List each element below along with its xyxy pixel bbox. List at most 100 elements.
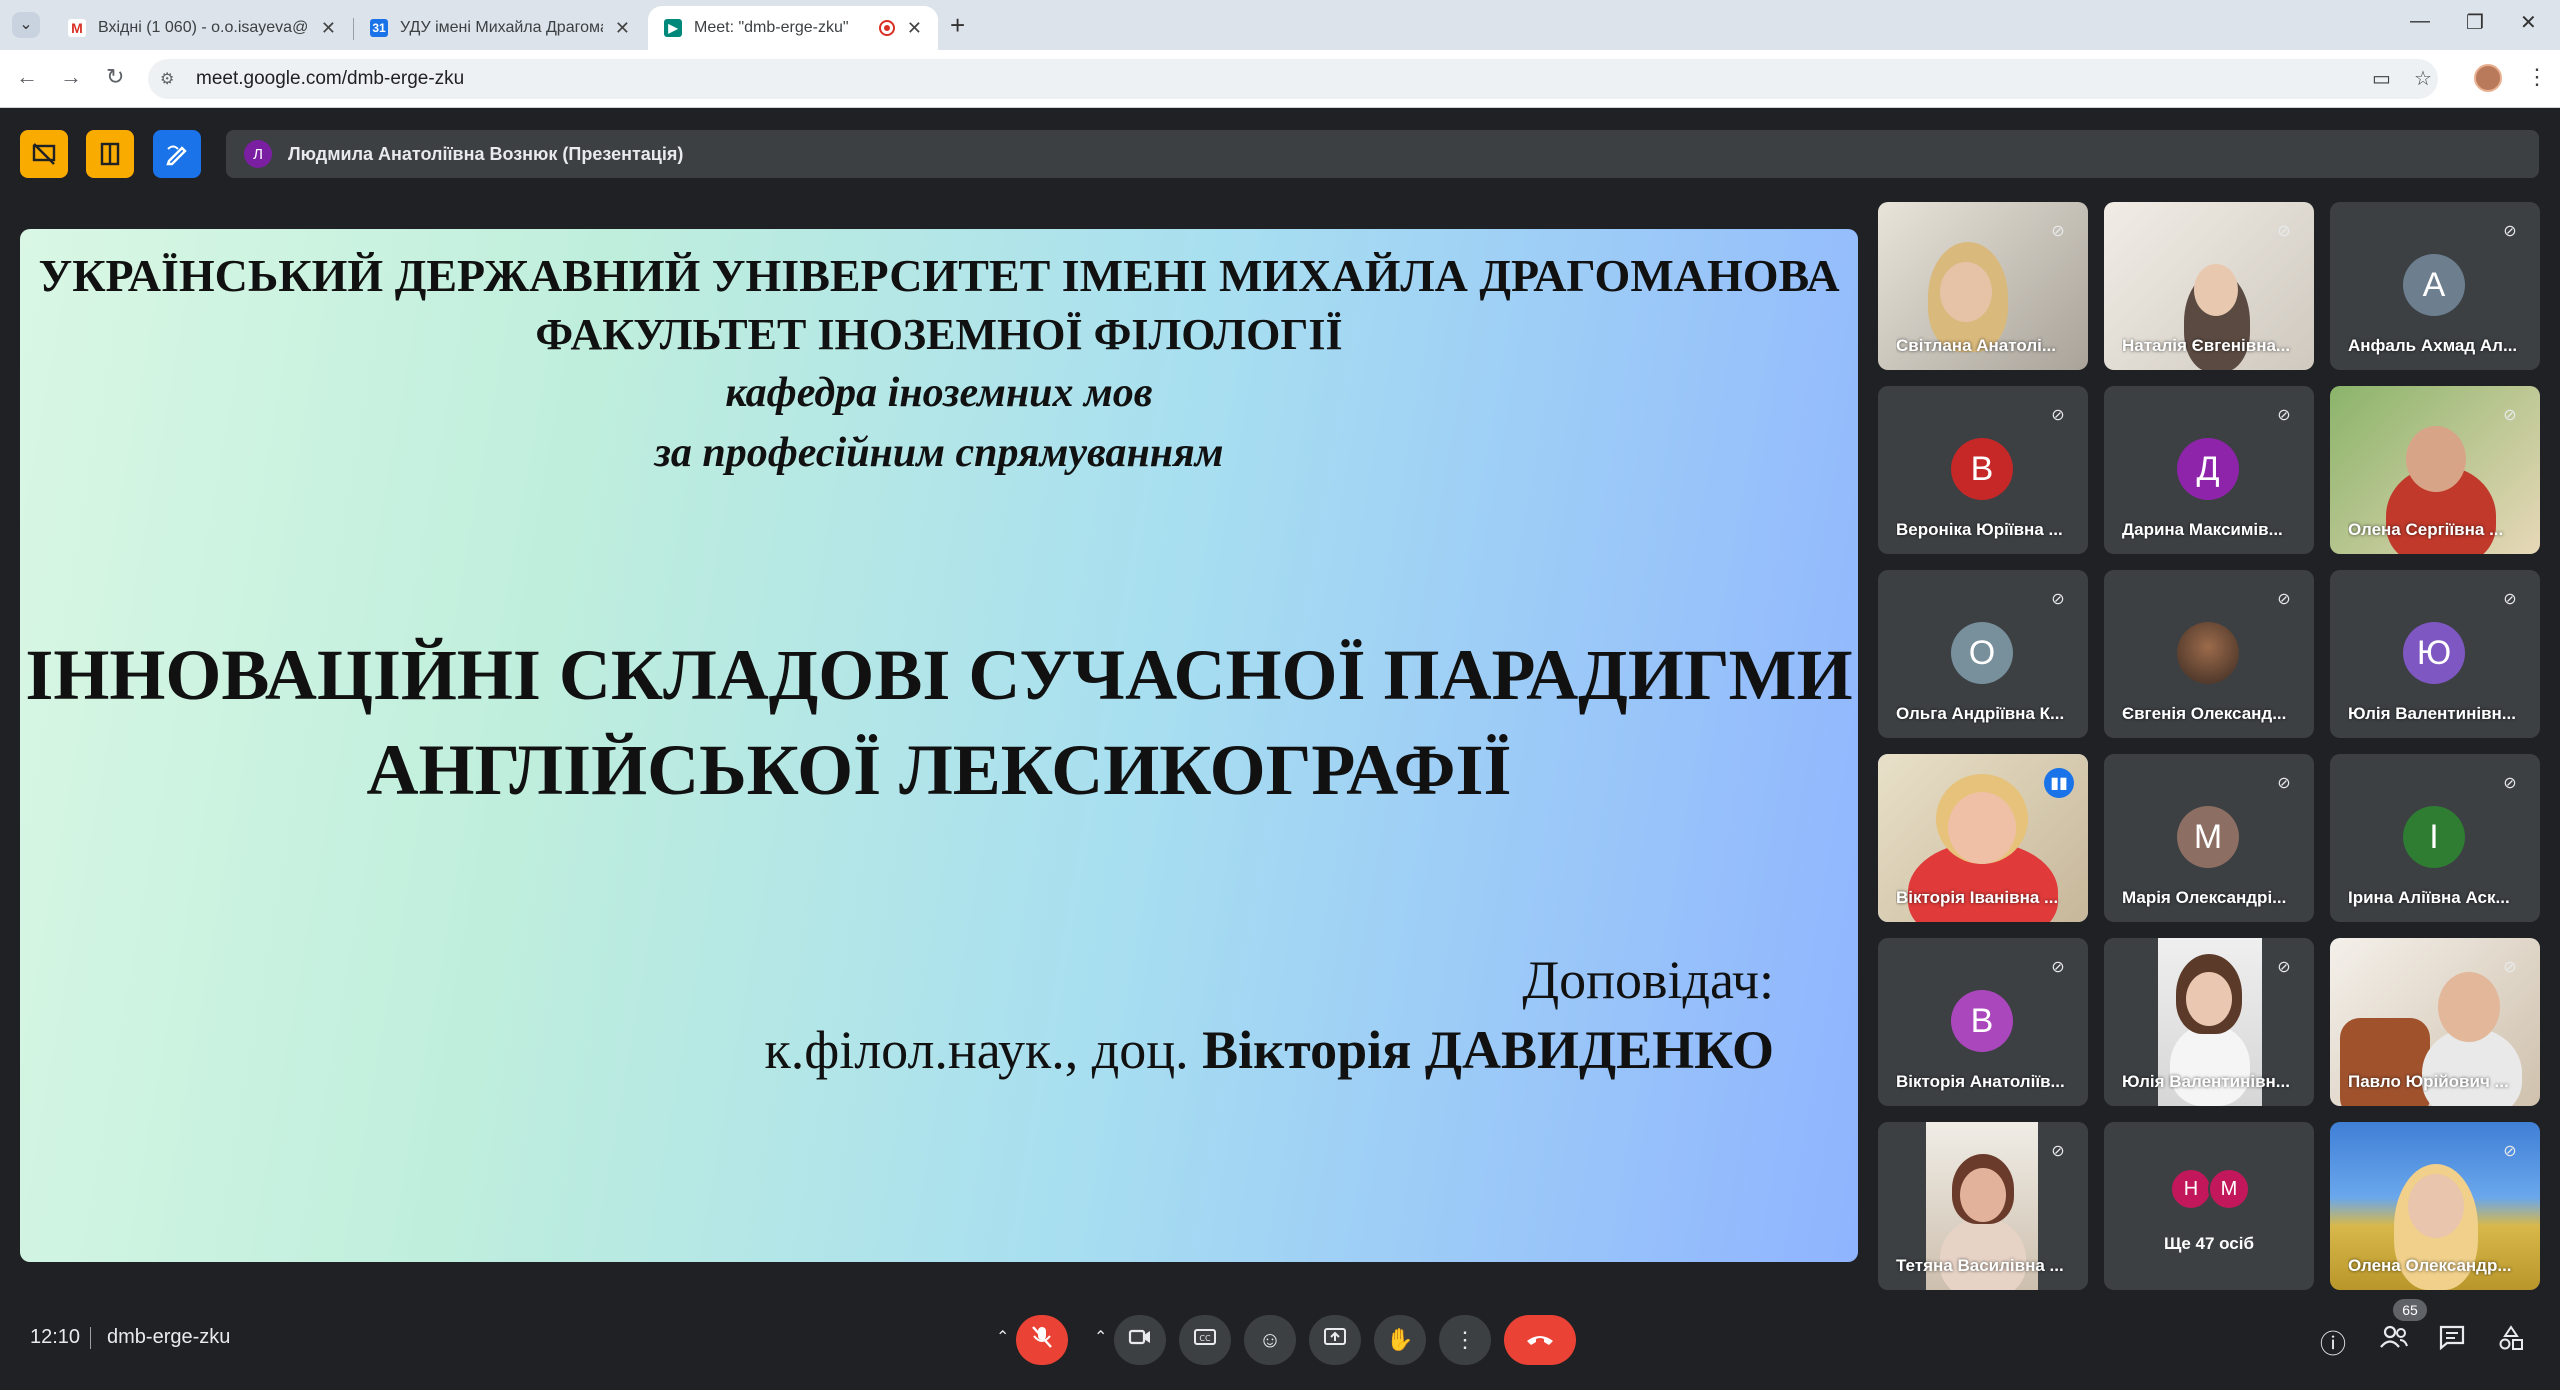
slide-title-line2: АНГЛІЙСЬКОЇ ЛЕКСИКОГРАФІЇ <box>366 730 1512 810</box>
participant-name: Вікторія Анатоліїв... <box>1896 1072 2065 1091</box>
forward-arrow-icon[interactable]: → <box>60 64 82 90</box>
participant-avatar: Ю <box>2403 622 2465 684</box>
presenter-bar: Л Людмила Анатоліївна Вознюк (Презентаці… <box>226 130 2539 178</box>
camera-icon <box>1128 1327 1152 1353</box>
pin-presentation-icon[interactable] <box>86 130 134 178</box>
audio-options-chevron-icon[interactable]: ⌃ <box>996 1327 1009 1347</box>
participant-tile[interactable]: ⊘ Наталія Євгенівна... <box>2104 202 2314 370</box>
reload-icon[interactable]: ↻ <box>106 64 124 90</box>
close-tab-icon[interactable]: ✕ <box>615 18 630 39</box>
participant-tile[interactable]: ⊘ Юлія Валентинівн... <box>2104 938 2314 1106</box>
close-window-icon[interactable]: ✕ <box>2520 10 2537 35</box>
participant-tile[interactable]: Ю ⊘ Юлія Валентинівн... <box>2330 570 2540 738</box>
tab-title: УДУ імені Михайла Драгоманова <box>400 19 603 36</box>
slide-university: УКРАЇНСЬКИЙ ДЕРЖАВНИЙ УНІВЕРСИТЕТ ІМЕНІ … <box>38 250 1840 301</box>
more-participants-tile[interactable]: Н М Ще 47 осіб <box>2104 1122 2314 1290</box>
mic-off-icon: ⊘ <box>2503 959 2517 976</box>
presenter-name: Людмила Анатоліївна Вознюк (Презентація) <box>288 143 684 164</box>
browser-toolbar: ← → ↻ ⚙ meet.google.com/dmb-erge-zku ▭ ☆… <box>0 50 2560 108</box>
present-screen-icon <box>1323 1326 1347 1354</box>
participant-name: Дарина Максимів... <box>2122 520 2283 539</box>
participant-name: Ольга Андріївна К... <box>1896 704 2065 723</box>
participant-tile[interactable]: М ⊘ Марія Олександрі... <box>2104 754 2314 922</box>
site-info-icon[interactable]: ⚙ <box>160 69 182 89</box>
hide-presentation-icon[interactable] <box>20 130 68 178</box>
svg-text:CC: CC <box>1199 1334 1211 1343</box>
slide-speaker-name: Вікторія ДАВИДЕНКО <box>1202 1020 1774 1080</box>
new-tab-plus-icon[interactable]: + <box>950 10 965 41</box>
mic-off-icon: ⊘ <box>2503 223 2517 240</box>
more-vert-icon: ⋮ <box>1454 1327 1476 1352</box>
mic-off-icon: ⊘ <box>2503 591 2517 608</box>
back-arrow-icon[interactable]: ← <box>16 64 38 90</box>
participant-grid: ⊘ Світлана Анатолі... ⊘ Наталія Євгенівн… <box>1878 202 2540 1290</box>
participant-tile[interactable]: ⊘ Євгенія Олександ... <box>2104 570 2314 738</box>
slide-faculty: ФАКУЛЬТЕТ ІНОЗЕМНОЇ ФІЛОЛОГІЇ <box>535 310 1343 359</box>
annotate-pen-icon[interactable] <box>153 130 201 178</box>
activities-icon[interactable] <box>2497 1324 2525 1359</box>
tab-gmail[interactable]: M Вхідні (1 060) - o.o.isayeva@udu ✕ <box>52 6 352 50</box>
presenter-avatar: Л <box>244 140 272 168</box>
reactions-button[interactable]: ☺ <box>1244 1315 1296 1365</box>
tab-calendar[interactable]: 31 УДУ імені Михайла Драгоманова ✕ <box>354 6 646 50</box>
address-bar[interactable]: ⚙ meet.google.com/dmb-erge-zku <box>148 59 2438 99</box>
restore-window-icon[interactable]: ❐ <box>2466 10 2484 35</box>
mic-toggle-button[interactable] <box>1016 1315 1068 1365</box>
more-options-button[interactable]: ⋮ <box>1439 1315 1491 1365</box>
profile-avatar[interactable] <box>2474 64 2502 92</box>
participant-name: Світлана Анатолі... <box>1896 336 2057 355</box>
slide-speaker-degree: к.філол.наук., доц. <box>764 1020 1189 1080</box>
slide-department-line2: за професійним спрямуванням <box>654 430 1224 476</box>
present-screen-button[interactable] <box>1309 1315 1361 1365</box>
participant-tile-speaking[interactable]: ▮▮ Вікторія Іванівна ... <box>1878 754 2088 922</box>
mic-off-icon: ⊘ <box>2277 959 2291 976</box>
slide-title-line1: ІННОВАЦІЙНІ СКЛАДОВІ СУЧАСНОЇ ПАРАДИГМИ <box>25 635 1853 715</box>
captions-button[interactable]: CC <box>1179 1315 1231 1365</box>
video-options-chevron-icon[interactable]: ⌃ <box>1094 1327 1107 1347</box>
mic-off-icon: ⊘ <box>2051 591 2065 608</box>
participant-photo <box>2177 622 2239 684</box>
participant-tile[interactable]: ⊘ Тетяна Василівна ... <box>1878 1122 2088 1290</box>
mic-off-icon: ⊘ <box>2503 1143 2517 1160</box>
participant-tile[interactable]: І ⊘ Ірина Аліївна Аск... <box>2330 754 2540 922</box>
minimize-window-icon[interactable]: — <box>2410 10 2430 33</box>
participant-avatar: А <box>2403 254 2465 316</box>
url-text: meet.google.com/dmb-erge-zku <box>196 68 465 89</box>
slide-speaker-label: Доповідач: <box>1522 950 1774 1010</box>
participant-count-badge: 65 <box>2393 1299 2427 1321</box>
tab-meet[interactable]: ▶ Meet: "dmb-erge-zku" ✕ <box>648 6 938 50</box>
tab-search-chevron-icon[interactable]: ⌄ <box>12 12 40 38</box>
people-icon[interactable] <box>2379 1324 2409 1357</box>
participant-name: Наталія Євгенівна... <box>2122 336 2291 355</box>
calendar-icon: 31 <box>370 19 388 37</box>
participant-tile[interactable]: ⊘ Олена Сергіївна ... <box>2330 386 2540 554</box>
browser-menu-icon[interactable]: ⋮ <box>2526 64 2548 90</box>
speaking-indicator-icon: ▮▮ <box>2044 768 2074 798</box>
hand-icon: ✋ <box>1386 1327 1414 1352</box>
participant-name: Вікторія Іванівна ... <box>1896 888 2059 907</box>
tab-title: Вхідні (1 060) - o.o.isayeva@udu <box>98 19 309 36</box>
participant-tile[interactable]: О ⊘ Ольга Андріївна К... <box>1878 570 2088 738</box>
participant-tile[interactable]: В ⊘ Вероніка Юріївна ... <box>1878 386 2088 554</box>
participant-avatar: М <box>2177 806 2239 868</box>
raise-hand-button[interactable]: ✋ <box>1374 1315 1426 1365</box>
leave-call-button[interactable] <box>1504 1315 1576 1365</box>
presentation-slide: УКРАЇНСЬКИЙ ДЕРЖАВНИЙ УНІВЕРСИТЕТ ІМЕНІ … <box>20 229 1858 1262</box>
meeting-info-icon[interactable]: ⓘ <box>2320 1324 2346 1361</box>
mic-off-icon: ⊘ <box>2503 775 2517 792</box>
participant-name: Павло Юрійович ... <box>2348 1072 2509 1091</box>
close-tab-icon[interactable]: ✕ <box>907 18 922 39</box>
camera-in-use-icon[interactable]: ▭ <box>2372 66 2391 91</box>
participant-tile[interactable]: А ⊘ Анфаль Ахмад Ал... <box>2330 202 2540 370</box>
bookmark-star-icon[interactable]: ☆ <box>2414 66 2432 91</box>
participant-tile[interactable]: ⊘ Павло Юрійович ... <box>2330 938 2540 1106</box>
gmail-icon: M <box>68 19 86 37</box>
participant-tile[interactable]: ⊘ Світлана Анатолі... <box>1878 202 2088 370</box>
camera-toggle-button[interactable] <box>1114 1315 1166 1365</box>
chat-icon[interactable] <box>2438 1324 2466 1357</box>
recording-indicator-icon <box>878 20 895 36</box>
participant-tile[interactable]: Д ⊘ Дарина Максимів... <box>2104 386 2314 554</box>
participant-tile[interactable]: ⊘ Олена Олександр... <box>2330 1122 2540 1290</box>
close-tab-icon[interactable]: ✕ <box>321 18 336 39</box>
participant-tile[interactable]: В ⊘ Вікторія Анатоліїв... <box>1878 938 2088 1106</box>
